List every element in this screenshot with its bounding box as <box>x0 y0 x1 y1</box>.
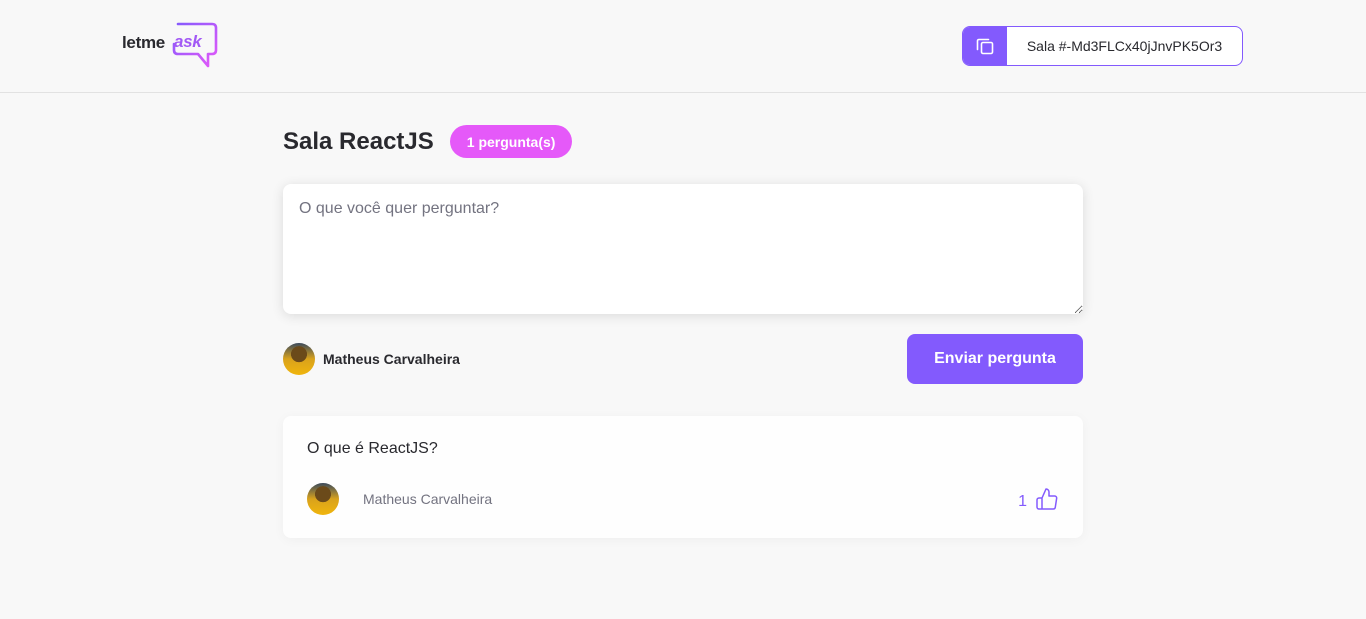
user-name: Matheus Carvalheira <box>323 351 460 367</box>
copy-icon <box>976 38 994 55</box>
question-author: Matheus Carvalheira <box>307 483 492 515</box>
room-title: Sala ReactJS <box>283 127 434 155</box>
question-input[interactable] <box>283 184 1083 314</box>
send-question-button[interactable]: Enviar pergunta <box>907 334 1083 384</box>
room-title-row: Sala ReactJS 1 pergunta(s) <box>283 125 573 158</box>
user-info: Matheus Carvalheira <box>283 343 460 375</box>
avatar <box>283 343 315 375</box>
page-header: letme ask Sala #-Md3FLCx40jJnvPK5Or3 <box>0 0 1366 93</box>
like-count: 1 <box>1018 493 1027 510</box>
form-footer: Matheus Carvalheira Enviar pergunta <box>283 334 1083 384</box>
copy-icon-box[interactable] <box>963 27 1007 65</box>
copy-room-code-button[interactable]: Sala #-Md3FLCx40jJnvPK5Or3 <box>962 26 1243 66</box>
like-button[interactable]: 1 <box>1018 487 1059 511</box>
question-card: O que é ReactJS? Matheus Carvalheira 1 <box>283 416 1083 538</box>
question-count-badge: 1 pergunta(s) <box>449 125 573 158</box>
question-content: O que é ReactJS? <box>307 440 438 457</box>
logo-text-letme: letme <box>122 33 165 52</box>
thumbs-up-icon <box>1036 488 1058 510</box>
question-footer: Matheus Carvalheira 1 <box>307 483 1059 515</box>
avatar <box>307 483 339 515</box>
logo-text-ask: ask <box>174 32 202 51</box>
room-code-label: Sala #-Md3FLCx40jJnvPK5Or3 <box>1026 38 1223 54</box>
author-name: Matheus Carvalheira <box>363 491 493 507</box>
letmeask-logo[interactable]: letme ask <box>122 22 222 70</box>
